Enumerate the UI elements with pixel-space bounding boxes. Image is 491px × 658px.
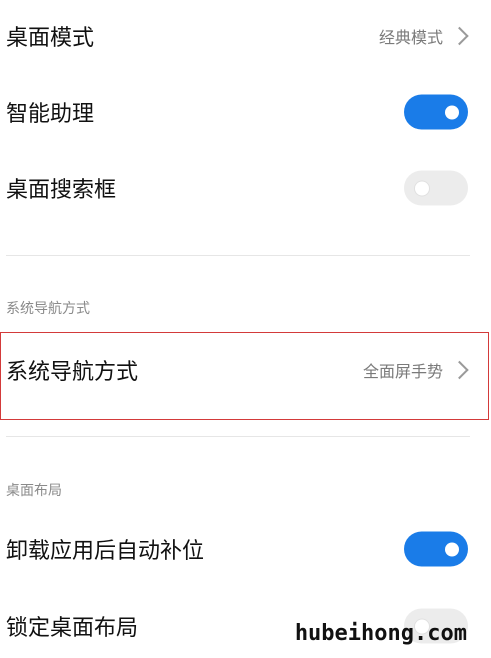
desktop-mode-label: 桌面模式: [6, 26, 95, 51]
smart-assistant-label: 智能助理: [6, 102, 95, 127]
desktop-mode-row[interactable]: 桌面模式 经典模式: [0, 6, 491, 66]
smart-assistant-toggle[interactable]: [404, 94, 468, 130]
system-navigation-label: 系统导航方式: [6, 360, 139, 385]
toggle-knob: [445, 105, 459, 119]
auto-fill-row: 卸载应用后自动补位: [0, 519, 491, 579]
desktop-mode-value: 经典模式: [378, 28, 443, 47]
system-navigation-row[interactable]: 系统导航方式 全面屏手势: [0, 340, 491, 400]
layout-section-header: 桌面布局: [6, 483, 62, 499]
auto-fill-toggle[interactable]: [404, 531, 468, 567]
watermark-text: hubeihong.com: [294, 621, 467, 646]
smart-assistant-row: 智能助理: [0, 82, 491, 142]
auto-fill-label: 卸载应用后自动补位: [6, 539, 205, 564]
settings-screen: 桌面模式 经典模式 智能助理 桌面搜索框 系统导航方式 系统导航方式 全面屏手势…: [0, 0, 491, 658]
system-navigation-value: 全面屏手势: [362, 362, 443, 381]
lock-layout-label: 锁定桌面布局: [6, 616, 139, 641]
chevron-right-icon: [450, 360, 469, 380]
desktop-search-box-label: 桌面搜索框: [6, 178, 117, 203]
nav-section-header: 系统导航方式: [6, 301, 90, 317]
divider: [6, 255, 470, 256]
toggle-knob: [415, 181, 429, 195]
chevron-right-icon: [450, 26, 469, 46]
desktop-search-box-row: 桌面搜索框: [0, 158, 491, 218]
divider: [6, 436, 470, 437]
desktop-search-box-toggle[interactable]: [404, 170, 468, 206]
toggle-knob: [445, 542, 459, 556]
